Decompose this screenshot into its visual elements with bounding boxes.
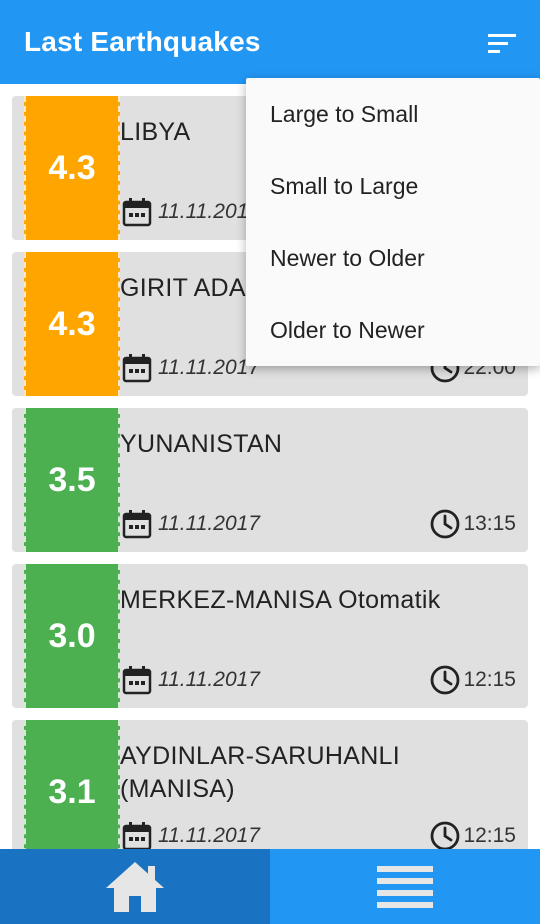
magnitude-badge: 3.0 [24,564,120,708]
app-root: Last Earthquakes 4.3 LIBYA 11.11.2017 4.… [0,0,540,924]
date-text: 11.11.2017 [158,824,260,847]
app-title: Last Earthquakes [24,26,261,57]
home-icon [106,861,164,912]
time-text: 12:15 [463,668,516,691]
place-name: YUNANISTAN [120,430,283,458]
magnitude-badge: 4.3 [24,96,120,240]
place-name: AYDINLAR-SARUHANLI (MANISA) [120,742,400,803]
earthquake-card[interactable]: 3.0 MERKEZ-MANISA Otomatik 11.11.2017 12… [12,564,528,708]
sort-button[interactable] [480,24,526,62]
list-icon [377,865,433,908]
magnitude-badge: 4.3 [24,252,120,396]
date-row: 11.11.2017 [122,508,260,540]
earthquake-card[interactable]: 3.1 AYDINLAR-SARUHANLI (MANISA) 11.11.20… [12,720,528,849]
date-text: 11.11.2017 [158,356,260,379]
date-row: 11.11.2017 [122,352,260,384]
time-row: 12:15 [429,820,516,849]
app-bar: Last Earthquakes [0,0,540,84]
date-text: 11.11.2017 [158,200,260,223]
time-row: 12:15 [429,664,516,696]
calendar-icon [122,822,152,849]
date-row: 11.11.2017 [122,664,260,696]
magnitude-badge: 3.5 [24,408,120,552]
sort-large-to-small[interactable]: Large to Small [246,78,540,150]
time-row: 13:15 [429,508,516,540]
bottom-navigation [0,849,540,924]
calendar-icon [122,354,152,383]
tab-list[interactable] [270,849,540,924]
calendar-icon [122,198,152,227]
time-text: 13:15 [463,512,516,535]
time-text: 12:15 [463,824,516,847]
date-row: 11.11.2017 [122,820,260,849]
date-row: 11.11.2017 [122,196,260,228]
earthquake-card[interactable]: 3.5 YUNANISTAN 11.11.2017 13:15 [12,408,528,552]
tab-home[interactable] [0,849,270,924]
sort-menu: Large to Small Small to Large Newer to O… [246,78,540,366]
date-text: 11.11.2017 [158,512,260,535]
calendar-icon [122,510,152,539]
clock-icon [431,821,460,849]
clock-icon [431,665,460,695]
date-text: 11.11.2017 [158,668,260,691]
place-name: MERKEZ-MANISA Otomatik [120,586,441,614]
clock-icon [431,509,460,539]
sort-newer-to-older[interactable]: Newer to Older [246,222,540,294]
magnitude-badge: 3.1 [24,720,120,849]
sort-icon [488,34,516,53]
sort-older-to-newer[interactable]: Older to Newer [246,294,540,366]
calendar-icon [122,666,152,695]
sort-small-to-large[interactable]: Small to Large [246,150,540,222]
